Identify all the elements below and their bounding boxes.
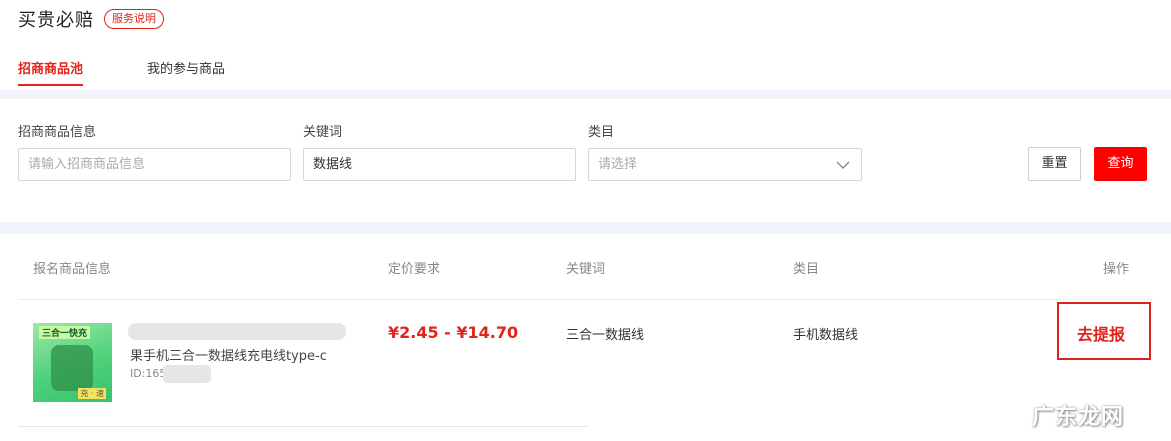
header: 买贵必赔 服务说明	[18, 6, 164, 32]
query-button[interactable]: 查询	[1094, 147, 1147, 181]
tab-my-products[interactable]: 我的参与商品	[147, 58, 225, 80]
category-placeholder: 请选择	[598, 157, 638, 172]
chevron-down-icon	[836, 161, 850, 169]
tab-merchant-pool[interactable]: 招商商品池	[18, 58, 84, 86]
reset-button[interactable]: 重置	[1028, 147, 1081, 181]
product-thumbnail[interactable]: 三合一快充 充 · 速	[33, 323, 112, 402]
tab-bar: 招商商品池 我的参与商品	[18, 58, 289, 88]
category-label: 类目	[588, 125, 615, 140]
product-info-placeholder: 请输入招商商品信息	[28, 157, 146, 172]
product-name: 果手机三合一数据线充电线type-c	[130, 349, 327, 364]
keyword-label: 关键词	[303, 125, 343, 140]
thumbnail-blur	[51, 345, 93, 391]
page-title: 买贵必赔	[18, 10, 94, 31]
column-header-action: 操作	[1103, 262, 1130, 277]
category-select[interactable]: 请选择	[588, 148, 862, 181]
thumbnail-tag: 充 · 速	[78, 388, 106, 399]
price-requirement: ¥2.45 - ¥14.70	[388, 323, 519, 342]
keyword-value: 数据线	[313, 157, 353, 172]
row-category: 手机数据线	[793, 328, 859, 343]
section-divider	[0, 222, 1171, 234]
column-header-price-requirement: 定价要求	[388, 262, 441, 277]
redacted-title	[128, 323, 346, 340]
row-keyword: 三合一数据线	[566, 328, 645, 343]
watermark: 广东龙网	[1032, 405, 1125, 430]
row-divider	[18, 426, 588, 427]
thumbnail-badge: 三合一快充	[39, 326, 91, 339]
section-divider	[0, 90, 1171, 99]
product-info-input[interactable]: 请输入招商商品信息	[18, 148, 291, 181]
redacted-id	[163, 365, 211, 383]
submit-link[interactable]: 去提报	[1077, 321, 1125, 345]
column-header-product-info: 报名商品信息	[33, 262, 112, 277]
table-header-divider	[18, 299, 1153, 300]
keyword-input[interactable]: 数据线	[303, 148, 576, 181]
product-id: ID:165	[130, 367, 167, 380]
service-description-badge[interactable]: 服务说明	[104, 9, 164, 29]
product-info-label: 招商商品信息	[18, 125, 97, 140]
column-header-keyword: 关键词	[566, 262, 606, 277]
column-header-category: 类目	[793, 262, 820, 277]
